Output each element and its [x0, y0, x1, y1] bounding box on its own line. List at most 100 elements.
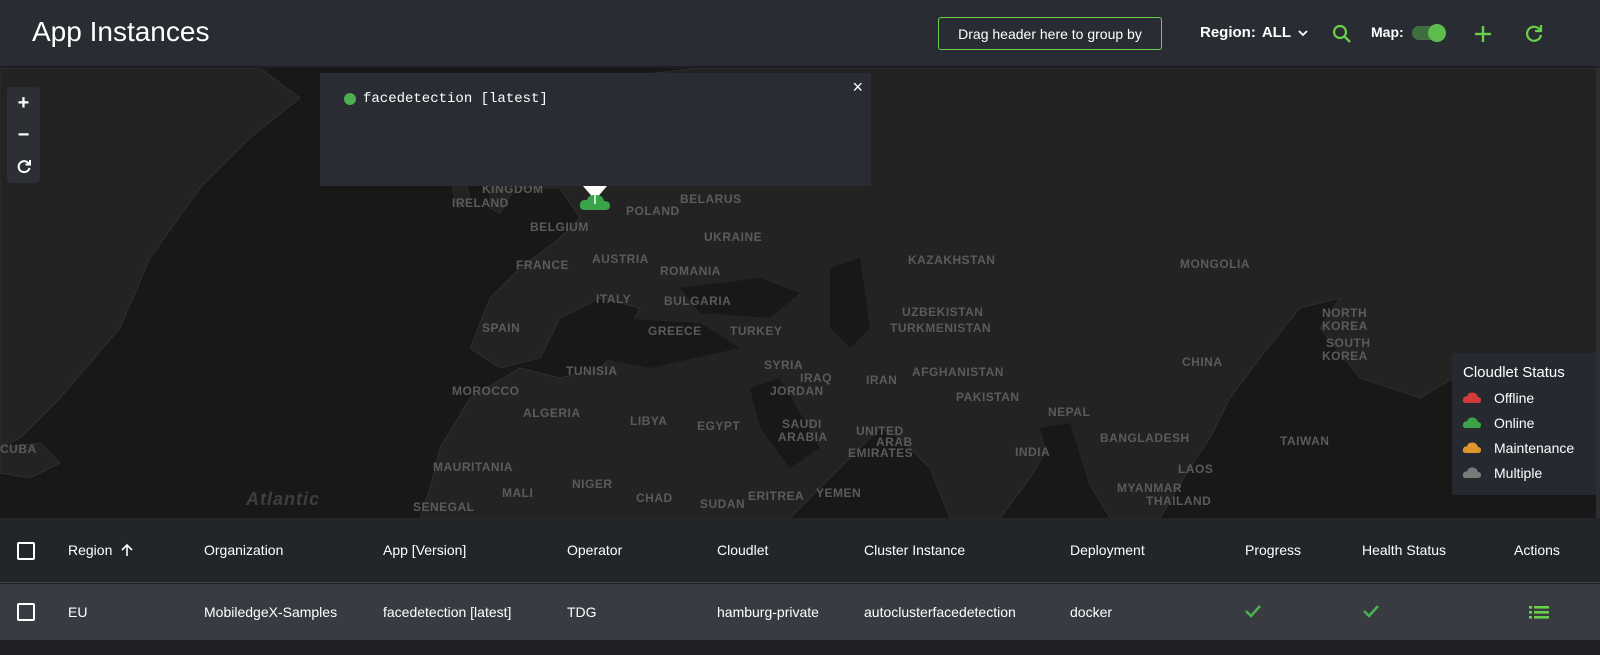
country-label: KOREA: [1322, 319, 1368, 333]
search-icon[interactable]: [1330, 22, 1354, 46]
page-header: App Instances Drag header here to group …: [0, 0, 1600, 67]
country-label: IRELAND: [452, 196, 509, 210]
column-header-region[interactable]: Region: [68, 542, 134, 558]
country-label: SOUTH: [1326, 336, 1371, 350]
country-label: MALI: [502, 486, 534, 500]
country-label: MOROCCO: [452, 384, 520, 398]
table-row[interactable]: EU MobiledgeX-Samples facedetection [lat…: [0, 584, 1600, 640]
column-header-deployment[interactable]: Deployment: [1070, 542, 1145, 558]
country-label: ERITREA: [748, 489, 805, 503]
country-label: THAILAND: [1146, 494, 1212, 508]
column-header-cloudlet[interactable]: Cloudlet: [717, 542, 768, 558]
map-scrollbar[interactable]: [1596, 68, 1600, 518]
zoom-out-button[interactable]: −: [7, 119, 40, 151]
legend-label: Offline: [1494, 390, 1535, 406]
cloudlet-marker-icon[interactable]: [579, 192, 611, 212]
add-icon[interactable]: [1471, 22, 1495, 46]
country-label: UZBEKISTAN: [902, 305, 984, 319]
cell-deployment: docker: [1070, 604, 1113, 620]
close-icon[interactable]: ×: [852, 77, 863, 98]
cell-cloudlet: hamburg-private: [717, 604, 819, 620]
country-label: SUDAN: [700, 497, 746, 511]
country-label: IRAQ: [800, 371, 832, 385]
country-label: EMIRATES: [848, 446, 914, 460]
legend-item-multiple: Multiple: [1462, 465, 1542, 481]
country-label: BULGARIA: [664, 294, 732, 308]
select-all-checkbox[interactable]: [17, 542, 35, 560]
country-label: YEMEN: [816, 486, 862, 500]
status-dot: [344, 93, 356, 105]
country-label: IRAN: [866, 373, 898, 387]
map-toggle-label: Map:: [1371, 24, 1404, 40]
cell-operator: TDG: [567, 604, 597, 620]
column-label: Region: [68, 542, 113, 558]
country-label: BELGIUM: [530, 220, 589, 234]
country-label: ROMANIA: [660, 264, 721, 278]
region-label: Region:: [1200, 24, 1256, 41]
region-selector[interactable]: Region: ALL: [1200, 24, 1309, 41]
country-label: TAIWAN: [1280, 434, 1330, 448]
column-header-cluster-instance[interactable]: Cluster Instance: [864, 542, 965, 558]
cell-cluster-instance: autoclusterfacedetection: [864, 604, 1016, 620]
chevron-down-icon: [1298, 29, 1308, 36]
reset-icon: [17, 160, 31, 174]
column-header-health-status[interactable]: Health Status: [1362, 542, 1446, 558]
legend-label: Maintenance: [1494, 440, 1575, 456]
world-map[interactable]: KINGDOM IRELAND BELGIUM FRANCE POLAND BE…: [0, 68, 1600, 518]
toggle-knob: [1428, 24, 1446, 42]
health-check-icon: [1363, 604, 1379, 621]
row-checkbox[interactable]: [17, 603, 35, 621]
legend-item-offline: Offline: [1462, 390, 1534, 406]
country-label: EGYPT: [697, 419, 741, 433]
country-label: SENEGAL: [413, 500, 475, 514]
legend-label: Online: [1494, 415, 1535, 431]
country-label: TURKMENISTAN: [890, 321, 992, 335]
popup-app-name[interactable]: facedetection [latest]: [363, 91, 548, 107]
country-label: AUSTRIA: [592, 252, 649, 266]
cloudlet-status-legend: Cloudlet Status Offline Online Maintenan…: [1452, 353, 1598, 495]
map-toggle[interactable]: [1412, 24, 1446, 42]
cloud-icon: [1462, 442, 1481, 453]
country-label: LIBYA: [630, 414, 668, 428]
country-label: CUBA: [0, 442, 37, 456]
country-label: PAKISTAN: [956, 390, 1020, 404]
legend-title: Cloudlet Status: [1463, 364, 1565, 381]
country-label: LAOS: [1178, 462, 1214, 476]
country-label: NIGER: [572, 477, 613, 491]
country-label: MYANMAR: [1117, 481, 1183, 495]
table-header: Region Organization App [Version] Operat…: [0, 518, 1600, 583]
reset-view-button[interactable]: [7, 151, 40, 183]
cloud-icon: [1462, 467, 1481, 478]
group-by-dropzone[interactable]: Drag header here to group by: [938, 17, 1162, 50]
country-label: AFGHANISTAN: [912, 365, 1004, 379]
actions-menu-icon[interactable]: [1529, 604, 1549, 623]
country-label: ITALY: [596, 292, 632, 306]
zoom-in-button[interactable]: +: [7, 87, 40, 119]
country-label: FRANCE: [516, 258, 569, 272]
legend-item-online: Online: [1462, 415, 1534, 431]
column-header-app-version[interactable]: App [Version]: [383, 542, 466, 558]
map-popup: facedetection [latest] ×: [320, 73, 871, 186]
column-header-organization[interactable]: Organization: [204, 542, 283, 558]
cloud-icon: [1462, 392, 1481, 403]
country-label: MONGOLIA: [1180, 257, 1250, 271]
country-label: JORDAN: [770, 384, 824, 398]
sort-ascending-icon: [121, 543, 133, 556]
country-label: UKRAINE: [704, 230, 763, 244]
zoom-controls: + −: [7, 87, 40, 183]
refresh-icon[interactable]: [1522, 22, 1546, 46]
region-value: ALL: [1261, 24, 1291, 41]
country-label: INDIA: [1015, 445, 1051, 459]
country-label: POLAND: [626, 204, 680, 218]
column-header-progress[interactable]: Progress: [1245, 542, 1301, 558]
ocean-label: Atlantic: [246, 489, 321, 509]
country-label: TUNISIA: [566, 364, 618, 378]
country-label: ALGERIA: [523, 406, 581, 420]
column-header-operator[interactable]: Operator: [567, 542, 622, 558]
country-label: BANGLADESH: [1100, 431, 1190, 445]
country-label: BELARUS: [680, 192, 742, 206]
column-header-actions: Actions: [1514, 542, 1560, 558]
cell-organization: MobiledgeX-Samples: [204, 604, 338, 620]
legend-label: Multiple: [1494, 465, 1543, 481]
country-label: CHINA: [1182, 355, 1223, 369]
